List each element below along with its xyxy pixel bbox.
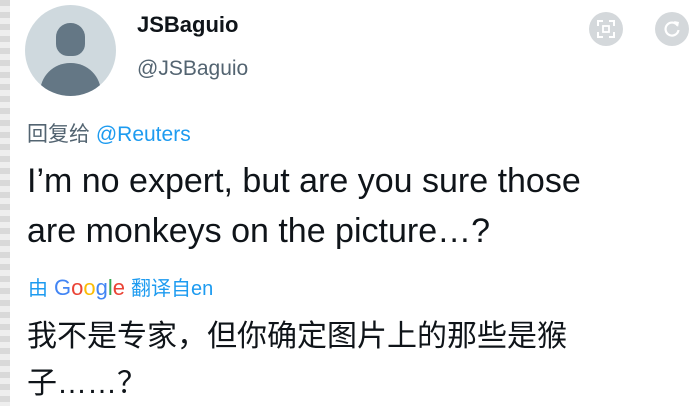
reply-prefix: 回复给 — [27, 123, 90, 146]
left-edge-strip — [0, 0, 10, 406]
tweet-text-line: I’m no expert, but are you sure those — [27, 162, 581, 200]
user-handle[interactable]: @JSBaguio — [137, 57, 248, 81]
google-logo-letter: e — [112, 275, 126, 300]
google-logo: Google — [54, 275, 125, 301]
focus-icon[interactable] — [589, 12, 623, 46]
translated-tweet-text: 我不是专家，但你确定图片上的那些是猴 子……？ — [27, 313, 687, 407]
display-name[interactable]: JSBaguio — [137, 12, 238, 38]
reply-mention-link[interactable]: @Reuters — [96, 123, 191, 146]
translated-text-line: 子……？ — [27, 367, 147, 400]
avatar-head-shape — [56, 23, 85, 56]
translation-by-label: 由 — [28, 278, 48, 300]
google-logo-letter: g — [95, 275, 108, 300]
google-logo-letter: o — [71, 275, 84, 300]
refresh-icon-glyph — [664, 21, 680, 37]
user-avatar[interactable] — [25, 5, 116, 96]
translation-attribution[interactable]: 由 Google 翻译自en — [28, 272, 213, 301]
translated-from-label: 翻译自en — [131, 278, 214, 300]
avatar-body-shape — [40, 63, 101, 96]
google-logo-letter: o — [83, 275, 96, 300]
reply-context: 回复给 @Reuters — [27, 118, 191, 148]
refresh-icon[interactable] — [655, 12, 689, 46]
focus-icon-glyph — [597, 20, 615, 38]
tweet-text: I’m no expert, but are you sure those ar… — [27, 156, 687, 256]
google-logo-letter: G — [54, 275, 72, 300]
translated-text-line: 我不是专家，但你确定图片上的那些是猴 — [27, 320, 567, 353]
tweet-text-line: are monkeys on the picture…? — [27, 212, 491, 250]
